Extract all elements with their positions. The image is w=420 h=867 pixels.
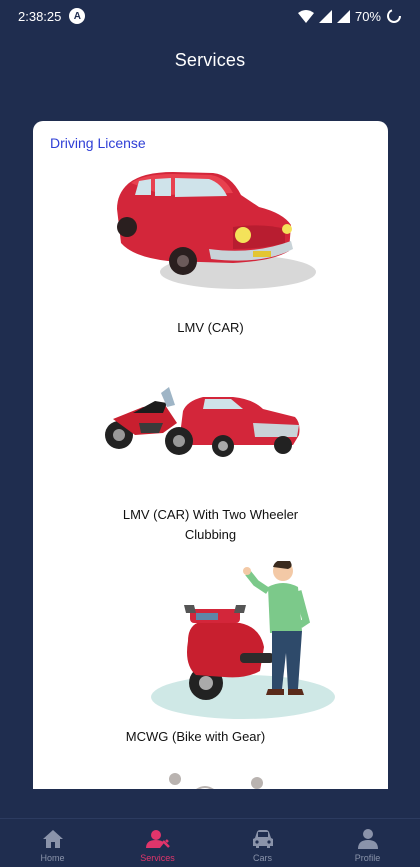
service-item-lmv-two-wheeler[interactable]: LMV (CAR) With Two Wheeler Clubbing <box>33 383 388 553</box>
motorbike-and-car-icon <box>105 387 300 457</box>
man-with-motorbike-icon <box>151 561 335 719</box>
nav-item-profile[interactable]: Profile <box>315 819 420 863</box>
notification-icon: A <box>69 8 86 24</box>
nav-item-home[interactable]: Home <box>0 819 105 863</box>
battery-percent: 70% <box>354 8 381 24</box>
red-vintage-car-icon <box>117 172 316 289</box>
status-right: 70% <box>297 8 402 24</box>
section-title: Driving License <box>50 135 146 151</box>
battery-icon <box>387 9 401 23</box>
service-label-line1: LMV (CAR) With Two Wheeler <box>122 507 299 522</box>
wifi-icon <box>297 9 314 23</box>
next-service-illustration-peek <box>169 773 263 789</box>
bottom-navigation: Home Services Cars Profile <box>0 818 420 867</box>
nav-item-cars[interactable]: Cars <box>210 819 315 863</box>
nav-label-cars: Cars <box>252 853 272 863</box>
nav-item-services[interactable]: Services <box>105 819 210 863</box>
profile-icon <box>356 827 380 851</box>
app-header: Services <box>0 32 420 88</box>
signal-icon <box>318 9 332 23</box>
service-label-line2: Clubbing <box>184 527 237 542</box>
car-icon <box>251 827 275 851</box>
service-label: LMV (CAR) <box>177 320 244 335</box>
signal-icon-2 <box>336 9 350 23</box>
nav-label-services: Services <box>140 853 175 863</box>
service-label: MCWG (Bike with Gear) <box>125 729 266 744</box>
home-icon <box>41 827 65 851</box>
page-title: Services <box>174 49 246 70</box>
services-card: Driving License LMV (CAR) LMV (CAR) With… <box>33 121 388 789</box>
status-bar: 2:38:25 A 70% <box>0 0 420 32</box>
nav-label-home: Home <box>40 853 65 863</box>
services-icon <box>145 827 170 851</box>
service-item-lmv-car[interactable]: LMV (CAR) <box>33 169 388 349</box>
nav-label-profile: Profile <box>354 853 381 863</box>
service-item-mcwg[interactable]: MCWG (Bike with Gear) <box>33 561 388 751</box>
status-left: 2:38:25 A <box>18 8 86 24</box>
status-time: 2:38:25 <box>18 8 62 24</box>
